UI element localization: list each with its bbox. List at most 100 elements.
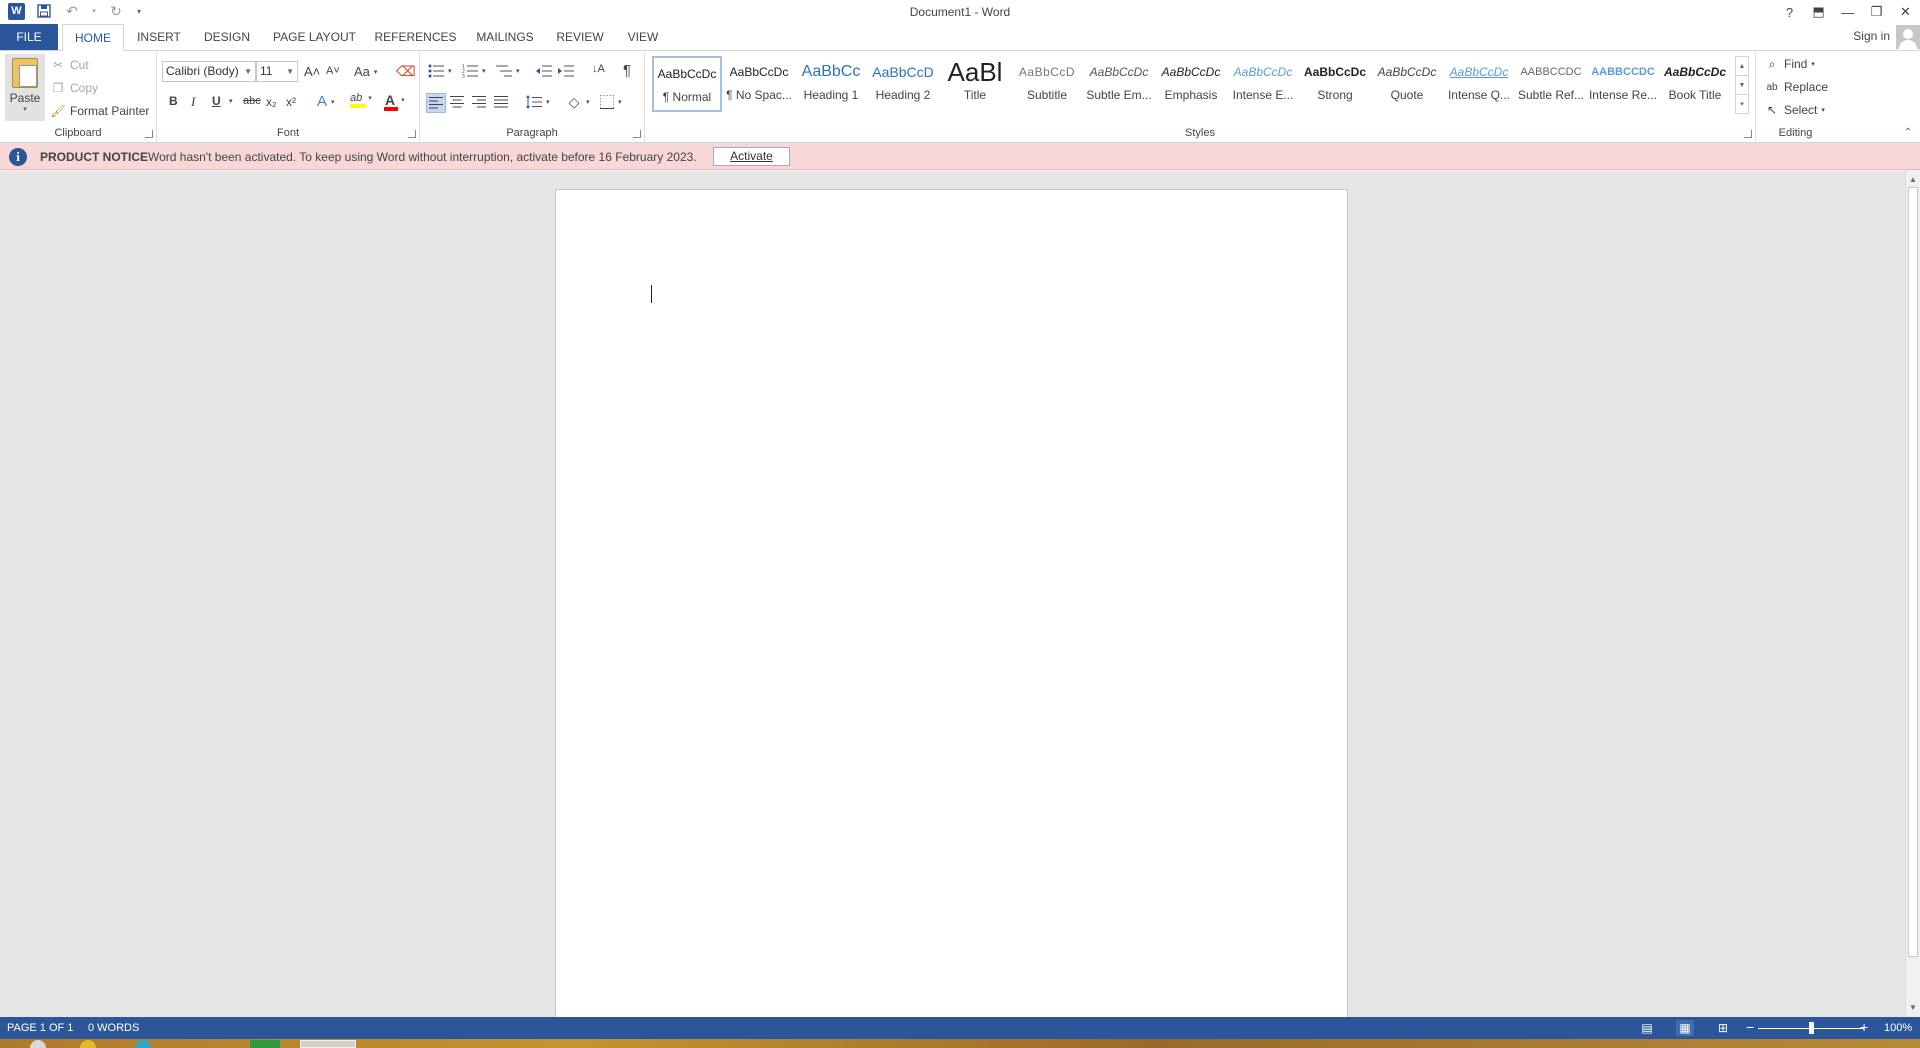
style-intense-emphasis[interactable]: AaBbCcDc Intense E... xyxy=(1228,56,1298,112)
collapse-ribbon-icon[interactable]: ⌃ xyxy=(1904,127,1912,138)
select-button[interactable]: ↖ Select ▾ xyxy=(1764,102,1825,118)
line-spacing-button[interactable]: ▾ xyxy=(526,95,550,109)
close-button[interactable]: ✕ xyxy=(1891,0,1920,24)
taskbar-app-icon[interactable] xyxy=(30,1040,46,1048)
strikethrough-button[interactable]: abc xyxy=(243,95,261,107)
bullets-button[interactable]: ▾ xyxy=(428,64,452,78)
style-subtle-emphasis[interactable]: AaBbCcDc Subtle Em... xyxy=(1084,56,1154,112)
numbering-button[interactable]: 123 ▾ xyxy=(462,64,486,78)
paste-button[interactable]: Paste ▾ xyxy=(5,54,45,121)
taskbar-word-button[interactable] xyxy=(300,1040,356,1048)
superscript-button[interactable]: x² xyxy=(286,95,296,109)
style-title[interactable]: AaBl Title xyxy=(940,56,1010,112)
shrink-font-button[interactable]: A˅ xyxy=(326,65,340,77)
minimize-button[interactable]: — xyxy=(1833,0,1862,24)
style-subtle-reference[interactable]: AABBCCDC Subtle Ref... xyxy=(1516,56,1586,112)
taskbar-app-icon[interactable] xyxy=(250,1040,280,1048)
word-count[interactable]: 0 WORDS xyxy=(88,1022,139,1034)
font-family-select[interactable]: Calibri (Body) ▼ xyxy=(162,61,256,82)
copy-button[interactable]: ❐ Copy xyxy=(50,80,98,96)
tab-home[interactable]: HOME xyxy=(62,24,124,51)
bold-button[interactable]: B xyxy=(169,94,178,108)
tab-page-layout[interactable]: PAGE LAYOUT xyxy=(267,24,362,50)
style-quote[interactable]: AaBbCcDc Quote xyxy=(1372,56,1442,112)
read-mode-icon[interactable]: ▤ xyxy=(1638,1020,1656,1036)
restore-button[interactable]: ❐ xyxy=(1862,0,1891,24)
zoom-level[interactable]: 100% xyxy=(1884,1022,1912,1034)
paragraph-dialog-launcher-icon[interactable] xyxy=(633,130,641,138)
clear-formatting-icon[interactable]: ⌫ xyxy=(396,63,416,80)
font-size-select[interactable]: 11 ▼ xyxy=(256,61,298,82)
tab-insert[interactable]: INSERT xyxy=(131,24,187,50)
style-heading-1[interactable]: AaBbCc Heading 1 xyxy=(796,56,866,112)
tab-design[interactable]: DESIGN xyxy=(199,24,255,50)
decrease-indent-button[interactable] xyxy=(536,64,552,78)
ribbon-display-options-button[interactable]: ⬒ xyxy=(1804,0,1833,24)
sort-button[interactable]: ↓A xyxy=(592,63,605,75)
style-normal[interactable]: AaBbCcDc ¶ Normal xyxy=(652,56,722,112)
style-intense-reference[interactable]: AABBCCDC Intense Re... xyxy=(1588,56,1658,112)
group-font: Calibri (Body) ▼ 11 ▼ A˄ A˅ Aa ▾ ⌫ B I U ▾ … xyxy=(157,51,420,142)
text-effects-button[interactable]: A ▾ xyxy=(317,93,335,110)
shading-button[interactable]: ◇ ▾ xyxy=(566,94,590,110)
tab-view[interactable]: VIEW xyxy=(620,24,666,50)
zoom-slider-thumb[interactable] xyxy=(1808,1022,1814,1034)
tab-review[interactable]: REVIEW xyxy=(552,24,608,50)
style-heading-2[interactable]: AaBbCcD Heading 2 xyxy=(868,56,938,112)
borders-button[interactable]: ▾ xyxy=(600,95,622,109)
style-book-title[interactable]: AaBbCcDc Book Title xyxy=(1660,56,1730,112)
page-count[interactable]: PAGE 1 OF 1 xyxy=(7,1022,73,1034)
highlight-button[interactable]: ab ▾ xyxy=(350,92,372,108)
taskbar-app-icon[interactable] xyxy=(80,1040,96,1048)
show-formatting-marks-button[interactable]: ¶ xyxy=(623,62,631,79)
tab-mailings[interactable]: MAILINGS xyxy=(470,24,540,50)
scroll-down-icon[interactable]: ▼ xyxy=(1906,1001,1920,1015)
font-color-button[interactable]: A ▾ xyxy=(384,92,405,111)
increase-indent-button[interactable] xyxy=(558,64,574,78)
sign-in-link[interactable]: Sign in xyxy=(1853,29,1890,43)
subscript-button[interactable]: x₂ xyxy=(266,95,277,109)
taskbar-app-icon[interactable] xyxy=(135,1040,151,1048)
styles-dialog-launcher-icon[interactable] xyxy=(1744,130,1752,138)
style-intense-quote[interactable]: AaBbCcDc Intense Q... xyxy=(1444,56,1514,112)
gallery-up-icon[interactable]: ▲ xyxy=(1736,57,1748,76)
style-subtitle[interactable]: AaBbCcD Subtitle xyxy=(1012,56,1082,112)
help-button[interactable]: ? xyxy=(1775,0,1804,24)
underline-dropdown-icon[interactable]: ▾ xyxy=(229,97,233,105)
clipboard-dialog-launcher-icon[interactable] xyxy=(145,130,153,138)
format-painter-button[interactable]: 🖌 Format Painter xyxy=(50,103,149,119)
change-case-button[interactable]: Aa ▾ xyxy=(354,64,377,79)
align-left-button[interactable] xyxy=(426,93,446,113)
underline-button[interactable]: U xyxy=(212,94,221,108)
document-page[interactable] xyxy=(555,189,1348,1017)
web-layout-icon[interactable]: ⊞ xyxy=(1714,1020,1732,1036)
user-avatar-icon[interactable] xyxy=(1896,25,1920,49)
vertical-scrollbar[interactable]: ▲ ▼ xyxy=(1905,171,1920,1017)
grow-font-button[interactable]: A˄ xyxy=(304,64,320,79)
font-dialog-launcher-icon[interactable] xyxy=(408,130,416,138)
style-name: Heading 1 xyxy=(803,88,859,102)
align-right-button[interactable] xyxy=(472,96,486,108)
find-button[interactable]: ⌕ Find ▾ xyxy=(1764,56,1815,72)
multilevel-list-button[interactable]: ▾ xyxy=(496,64,520,78)
replace-button[interactable]: ab Replace xyxy=(1764,79,1828,95)
style-strong[interactable]: AaBbCcDc Strong xyxy=(1300,56,1370,112)
cut-button[interactable]: ✂ Cut xyxy=(50,57,89,73)
justify-button[interactable] xyxy=(494,96,508,108)
scroll-thumb[interactable] xyxy=(1908,187,1918,957)
tab-file[interactable]: FILE xyxy=(0,24,58,50)
gallery-down-icon[interactable]: ▼ xyxy=(1736,76,1748,95)
gallery-more-icon[interactable]: ▾ xyxy=(1736,95,1748,114)
align-center-button[interactable] xyxy=(450,96,464,108)
select-label: Select xyxy=(1784,103,1818,117)
zoom-out-button[interactable]: − xyxy=(1746,1020,1754,1034)
zoom-in-button[interactable]: + xyxy=(1860,1020,1868,1034)
style-preview: AaBbCcDc xyxy=(1377,65,1437,79)
tab-references[interactable]: REFERENCES xyxy=(373,24,458,50)
scroll-up-icon[interactable]: ▲ xyxy=(1906,173,1920,187)
italic-button[interactable]: I xyxy=(191,94,195,110)
print-layout-icon[interactable]: ▦ xyxy=(1676,1020,1694,1036)
style-emphasis[interactable]: AaBbCcDc Emphasis xyxy=(1156,56,1226,112)
style-no-spacing[interactable]: AaBbCcDc ¶ No Spac... xyxy=(724,56,794,112)
activate-button[interactable]: Activate xyxy=(713,147,790,166)
